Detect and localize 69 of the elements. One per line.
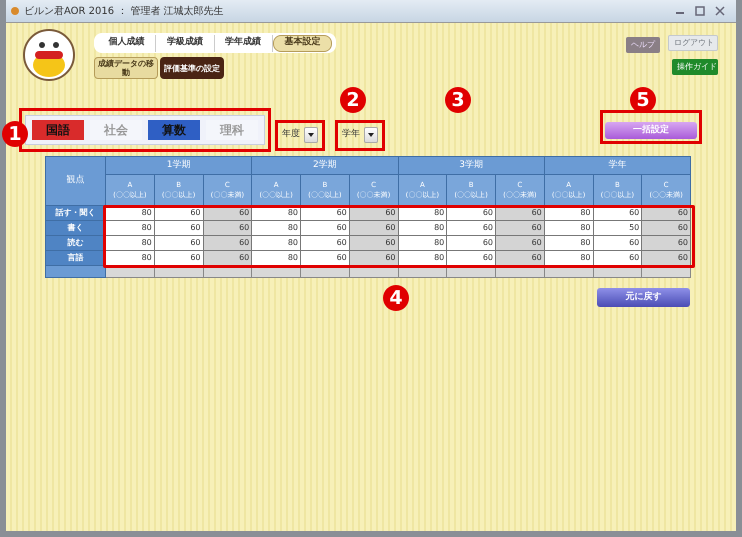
table-cell: 60: [496, 220, 544, 236]
guide-button[interactable]: 操作ガイド: [672, 59, 718, 75]
score-input[interactable]: 60: [300, 220, 350, 236]
sub-tab[interactable]: 評価基準の設定: [160, 57, 224, 79]
table-cell: 60: [496, 236, 544, 250]
score-input[interactable]: 60: [593, 236, 642, 250]
table-header: 1学期: [106, 156, 252, 174]
table-cell: 60: [203, 236, 252, 250]
table-cell: 60: [642, 250, 690, 266]
step-marker: 5: [630, 87, 656, 113]
score-input[interactable]: 80: [544, 236, 593, 250]
dropdown[interactable]: [364, 127, 378, 143]
score-input[interactable]: 80: [106, 236, 154, 250]
score-input[interactable]: 50: [593, 220, 642, 236]
score-input[interactable]: 80: [398, 250, 447, 266]
table-cell: 60: [496, 250, 544, 266]
score-input[interactable]: 60: [446, 220, 496, 236]
table-header: 学年: [544, 156, 690, 174]
table-cell: 60: [349, 250, 398, 266]
row-header: 書く: [46, 220, 106, 236]
step-marker: 4: [383, 285, 409, 311]
score-input[interactable]: 80: [544, 250, 593, 266]
score-input[interactable]: 80: [398, 220, 447, 236]
duck-mascot-logo: [22, 27, 76, 83]
dropdown-arrow-icon: [308, 133, 314, 137]
score-input[interactable]: 80: [544, 220, 593, 236]
sub-tab[interactable]: 成績データの移動: [94, 57, 158, 79]
score-input[interactable]: 80: [398, 236, 447, 250]
table-header: 3学期: [398, 156, 544, 174]
score-input[interactable]: 80: [252, 220, 300, 236]
row-header: 言語: [46, 250, 106, 266]
logout-button[interactable]: ログアウト: [668, 35, 718, 51]
score-input[interactable]: 60: [300, 236, 350, 250]
filter-label: 年度: [282, 128, 300, 142]
score-input[interactable]: 60: [154, 220, 203, 236]
table-cell: 60: [642, 236, 690, 250]
dropdown-arrow-icon: [368, 133, 374, 137]
score-input[interactable]: 60: [154, 236, 203, 250]
nav-tab[interactable]: 基本設定: [272, 34, 332, 52]
score-input[interactable]: 80: [106, 220, 154, 236]
filter-label: 学年: [342, 128, 360, 142]
table-header: 2学期: [252, 156, 398, 174]
table-cell: 60: [642, 220, 690, 236]
score-input[interactable]: 80: [252, 250, 300, 266]
score-input[interactable]: 60: [446, 250, 496, 266]
nav-tab[interactable]: 学年成績: [214, 34, 273, 52]
window-title: ビルン君AOR 2016 ： 管理者 江城太郎先生: [24, 4, 225, 18]
step-marker: 3: [445, 87, 471, 113]
table-header: 観点: [46, 156, 106, 206]
app-icon: [10, 6, 20, 16]
table-cell: 60: [349, 220, 398, 236]
score-input[interactable]: 60: [154, 250, 203, 266]
table-cell: 60: [349, 236, 398, 250]
table-cell: 60: [203, 220, 252, 236]
row-header: 読む: [46, 236, 106, 250]
score-input[interactable]: 80: [106, 250, 154, 266]
score-input[interactable]: 60: [300, 250, 350, 266]
table-cell: 60: [203, 250, 252, 266]
nav-tab[interactable]: 学級成績: [156, 34, 214, 52]
subject-tab[interactable]: 国語: [32, 120, 84, 140]
dropdown[interactable]: [304, 127, 318, 143]
score-input[interactable]: 60: [446, 236, 496, 250]
reset-button[interactable]: 元に戻す: [597, 288, 690, 307]
nav-tab[interactable]: 個人成績: [98, 34, 156, 52]
score-input[interactable]: 80: [252, 236, 300, 250]
row-header: 話す・聞く: [46, 206, 106, 220]
score-input[interactable]: 60: [593, 250, 642, 266]
step-marker: 1: [2, 121, 28, 147]
step-marker: 2: [340, 87, 366, 113]
